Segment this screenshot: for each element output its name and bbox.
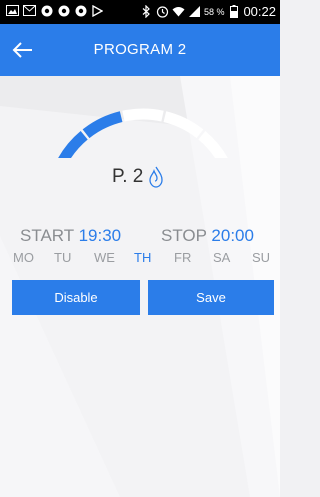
notification-icons <box>6 4 104 17</box>
stop-time[interactable]: STOP 20:00 <box>161 226 254 246</box>
status-clock: 00:22 <box>243 4 276 19</box>
day-fr[interactable]: FR <box>174 250 191 265</box>
app-bar: PROGRAM 2 <box>0 24 280 76</box>
disable-button[interactable]: Disable <box>12 280 140 315</box>
day-we[interactable]: WE <box>94 250 115 265</box>
gauge-segment-empty <box>163 111 204 139</box>
image-icon <box>6 4 19 17</box>
wifi-icon <box>172 5 185 18</box>
chrome-icon <box>74 4 87 17</box>
chrome-icon <box>40 4 53 17</box>
start-label: START <box>20 226 74 245</box>
gauge-segment-filled <box>58 131 88 158</box>
chrome-icon <box>57 4 70 17</box>
page-title: PROGRAM 2 <box>93 41 187 58</box>
save-button[interactable]: Save <box>148 280 274 315</box>
day-th[interactable]: TH <box>134 250 151 265</box>
signal-icon <box>188 5 201 18</box>
play-store-icon <box>91 4 104 17</box>
day-tu[interactable]: TU <box>54 250 71 265</box>
day-mo[interactable]: MO <box>13 250 34 265</box>
stop-label: STOP <box>161 226 207 245</box>
flame-icon <box>149 166 164 188</box>
gauge-segment-empty <box>122 108 164 122</box>
bluetooth-icon <box>140 5 153 18</box>
start-time[interactable]: START 19:30 <box>20 226 121 246</box>
program-label: P. 2 <box>112 166 144 187</box>
gauge-segment-empty <box>198 131 228 158</box>
status-bar: 58 % 00:22 <box>0 0 280 24</box>
day-sa[interactable]: SA <box>213 250 230 265</box>
mail-icon <box>23 4 36 17</box>
start-value: 19:30 <box>78 226 122 245</box>
stop-value: 20:00 <box>211 226 254 245</box>
day-selector: MO TU WE TH FR SA SU <box>0 250 280 270</box>
day-su[interactable]: SU <box>252 250 270 265</box>
system-indicators: 58 % 00:22 <box>140 4 276 19</box>
alarm-icon <box>156 5 169 18</box>
battery-icon <box>227 5 240 18</box>
battery-percent: 58 % <box>203 6 225 17</box>
program-gauge <box>58 108 228 158</box>
gauge-segment-filled <box>82 111 123 139</box>
program-indicator: P. 2 <box>112 166 164 188</box>
